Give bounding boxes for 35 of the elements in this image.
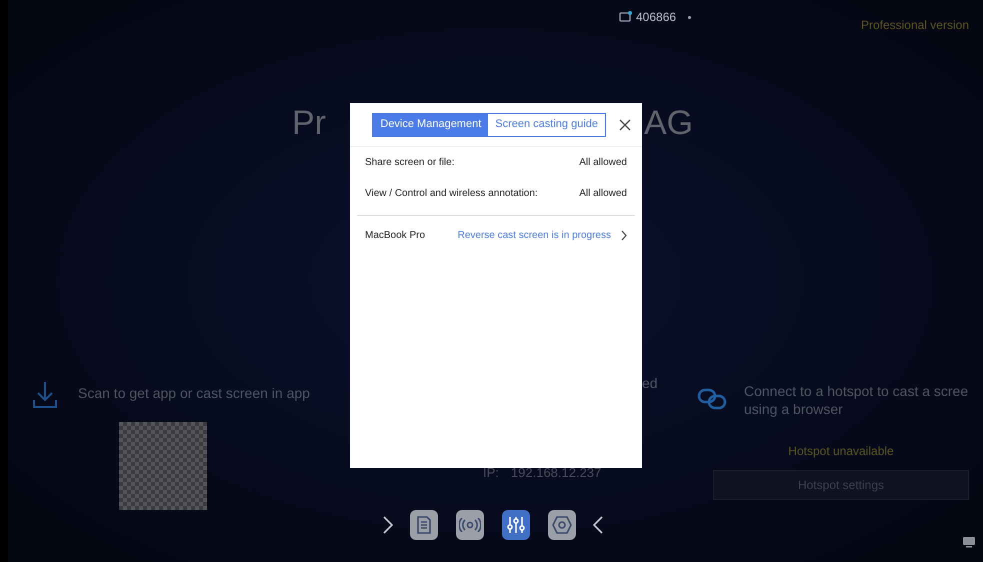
scan-text: Scan to get app or cast screen in app	[78, 384, 310, 403]
ip-label: IP:	[483, 464, 499, 482]
setting-label: View / Control and wireless annotation:	[365, 187, 538, 201]
device-row[interactable]: MacBook Pro Reverse cast screen is in progress	[350, 216, 642, 254]
text-fragment: ed	[642, 374, 658, 393]
dialog-tab[interactable]: Device Management	[373, 114, 488, 136]
toolbar-button[interactable]	[548, 510, 576, 540]
chevron-right-icon[interactable]	[383, 516, 393, 534]
toolbar-button[interactable]	[456, 510, 484, 540]
toolbar-button[interactable]	[502, 510, 530, 540]
close-icon[interactable]	[618, 118, 632, 132]
sliders-icon	[507, 516, 525, 534]
document-icon	[416, 516, 432, 534]
hexagon-icon	[552, 516, 572, 534]
hotspot-status: Hotspot unavailable	[788, 443, 894, 460]
cast-icon	[619, 11, 632, 23]
setting-value: All allowed	[579, 156, 627, 170]
chevron-right-icon	[621, 230, 627, 240]
device-name: MacBook Pro	[365, 228, 426, 242]
ip-address: 192.168.12.237	[510, 464, 602, 482]
link-icon	[697, 388, 727, 410]
hotspot-text: using a browser	[744, 400, 844, 418]
toolbar-button[interactable]	[410, 510, 438, 540]
chevron-left-icon[interactable]	[593, 516, 603, 534]
download-icon	[32, 380, 58, 410]
setting-value: All allowed	[579, 187, 627, 201]
broadcast-icon	[459, 518, 481, 532]
screen-icon[interactable]	[962, 536, 976, 548]
device-code: 406866	[636, 9, 676, 26]
device-status: Reverse cast screen is in progress	[458, 228, 611, 242]
hotspot-text: Connect to a hotspot to cast a scree	[744, 382, 968, 400]
edition-label: Professional version	[860, 17, 969, 34]
title-fragment: Pr	[292, 106, 326, 140]
title-fragment: AG	[644, 106, 694, 140]
setting-label: Share screen or file:	[365, 156, 454, 170]
